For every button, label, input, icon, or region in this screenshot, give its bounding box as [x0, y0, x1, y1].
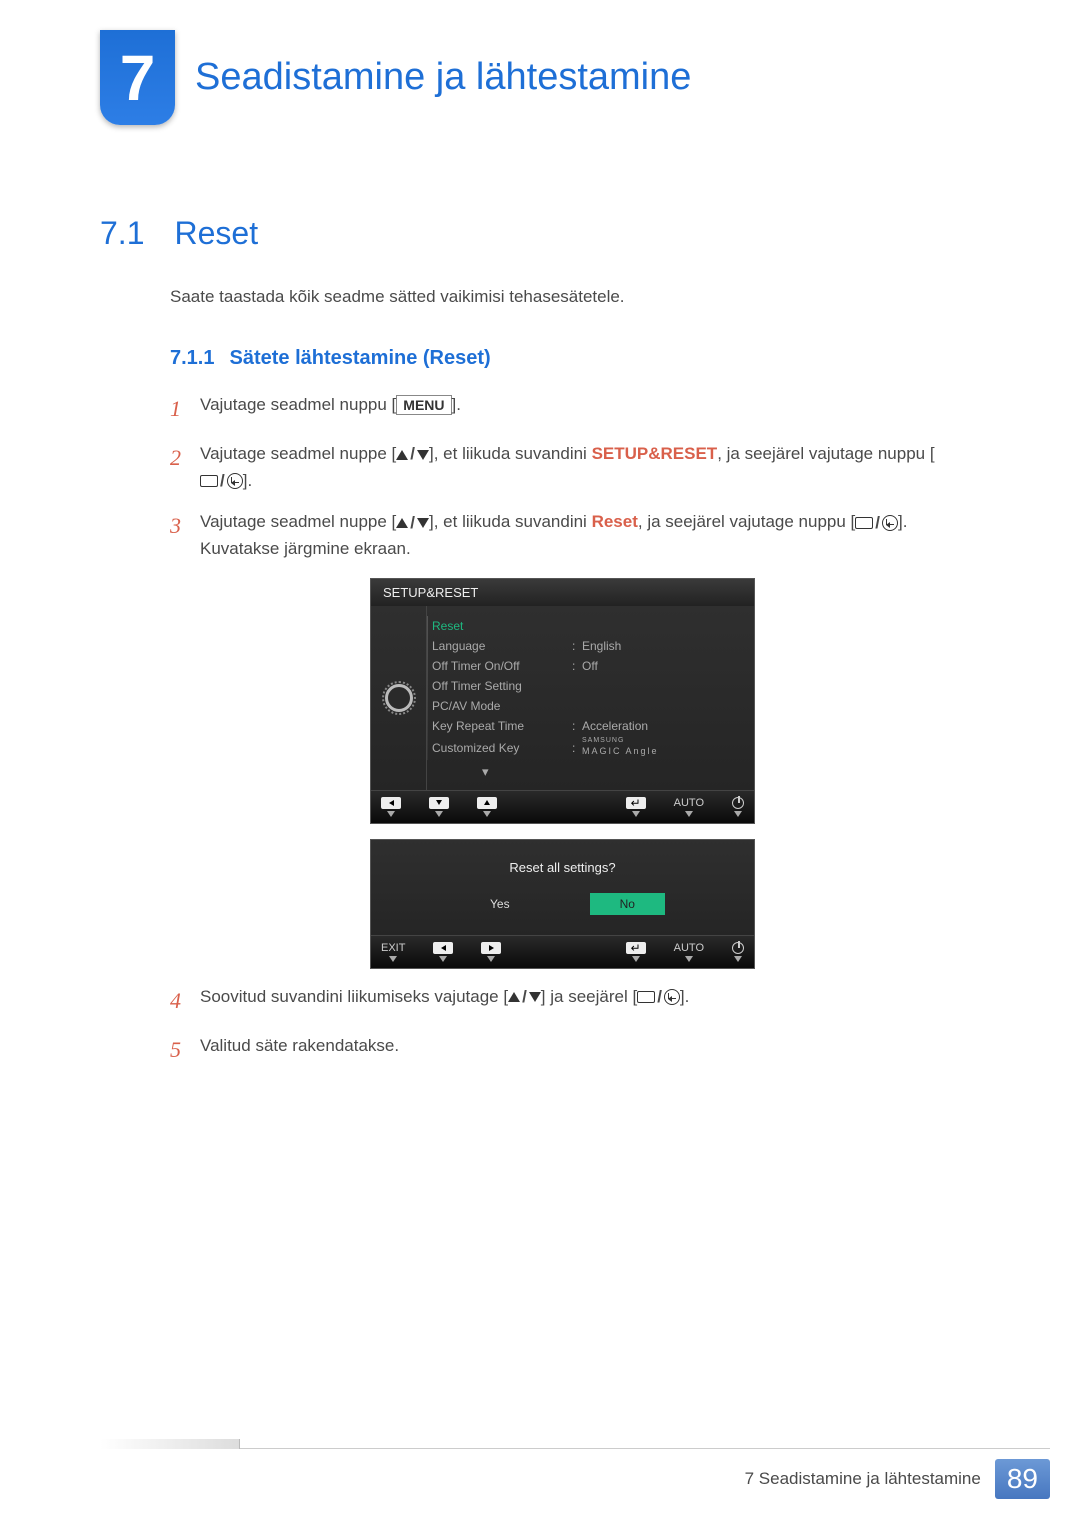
step-3: 3 Vajutage seadmel nuppe [/], et liikuda… [170, 509, 960, 562]
osd-item-offtimer-setting: Off Timer Setting [432, 676, 739, 696]
step-2: 2 Vajutage seadmel nuppe [/], et liikuda… [170, 441, 960, 494]
step-number: 5 [170, 1033, 200, 1067]
subsection-heading: 7.1.1 Sätete lähtestamine (Reset) [170, 347, 960, 370]
osd-item-language: Language:English [432, 636, 739, 656]
osd-item-pcav: PC/AV Mode [432, 696, 739, 716]
osd-sidebar [371, 606, 426, 790]
confirm-question: Reset all settings? [509, 860, 615, 875]
step-5: 5 Valitud säte rakendatakse. [170, 1033, 960, 1067]
exit-label: EXIT [381, 942, 405, 962]
nav-up-icon [477, 797, 497, 817]
step-text: Vajutage seadmel nuppe [/], et liikuda s… [200, 509, 960, 562]
footer-decoration [100, 1439, 240, 1449]
nav-right-icon [481, 942, 501, 962]
subsection-title: Sätete lähtestamine (Reset) [229, 347, 490, 370]
nav-left-icon [433, 942, 453, 962]
keyword-setup-reset: SETUP&RESET [592, 444, 718, 463]
chapter-header: 7 Seadistamine ja lähtestamine [0, 30, 1080, 125]
menu-button-label: MENU [396, 395, 451, 415]
section-number: 7.1 [100, 215, 144, 252]
step-text: Valitud säte rakendatakse. [200, 1033, 960, 1059]
enter-icon: / [200, 468, 243, 494]
osd-item-keyrepeat: Key Repeat Time:Acceleration [432, 716, 739, 736]
chapter-title: Seadistamine ja lähtestamine [195, 56, 691, 99]
section-content: 7.1 Reset Saate taastada kõik seadme sät… [0, 215, 1080, 1067]
osd-item-custkey: Customized Key:SAMSUNGMAGIC Angle [432, 736, 739, 760]
step-text: Vajutage seadmel nuppu [MENU]. [200, 392, 960, 418]
footer-chapter-label: 7 Seadistamine ja lähtestamine [745, 1469, 981, 1489]
osd-footer: ↵ AUTO [371, 790, 754, 823]
power-icon [732, 797, 744, 817]
enter-icon: ↵ [626, 797, 646, 817]
power-icon [732, 942, 744, 962]
step-number: 1 [170, 392, 200, 426]
osd-item-reset: Reset [432, 616, 739, 636]
nav-down-icon [429, 797, 449, 817]
auto-label: AUTO [674, 942, 704, 962]
step-list: 1 Vajutage seadmel nuppu [MENU]. 2 Vajut… [170, 392, 960, 1067]
step-number: 4 [170, 984, 200, 1018]
osd-title: SETUP&RESET [371, 579, 754, 606]
step-4: 4 Soovitud suvandini liikumiseks vajutag… [170, 984, 960, 1018]
confirm-yes: Yes [460, 893, 540, 915]
enter-icon: / [855, 510, 898, 536]
nav-left-icon [381, 797, 401, 817]
step-1: 1 Vajutage seadmel nuppu [MENU]. [170, 392, 960, 426]
up-down-icon: / [396, 441, 429, 467]
enter-icon: ↵ [626, 942, 646, 962]
more-down-icon: ▾ [432, 764, 739, 780]
section-title: Reset [174, 215, 258, 252]
osd-screenshot-menu: SETUP&RESET Reset Language:English Off T… [370, 578, 960, 824]
confirm-no-selected: No [590, 893, 665, 915]
osd-footer: EXIT ↵ AUTO [371, 935, 754, 968]
intro-text: Saate taastada kõik seadme sätted vaikim… [170, 287, 960, 307]
keyword-reset: Reset [592, 512, 638, 531]
step-number: 2 [170, 441, 200, 475]
up-down-icon: / [508, 984, 541, 1010]
up-down-icon: / [396, 510, 429, 536]
section-heading: 7.1 Reset [100, 215, 960, 252]
osd-menu-list: Reset Language:English Off Timer On/Off:… [426, 606, 754, 790]
osd-item-offtimer-onoff: Off Timer On/Off:Off [432, 656, 739, 676]
step-text: Soovitud suvandini liikumiseks vajutage … [200, 984, 960, 1011]
manual-page: 7 Seadistamine ja lähtestamine 7.1 Reset… [0, 0, 1080, 1527]
page-number-badge: 89 [995, 1459, 1050, 1499]
osd-screenshot-confirm: Reset all settings? Yes No EXIT ↵ AUTO [370, 839, 960, 969]
auto-label: AUTO [674, 797, 704, 817]
step-number: 3 [170, 509, 200, 543]
chapter-number-tab: 7 [100, 30, 175, 125]
enter-icon: / [637, 984, 680, 1010]
subsection-number: 7.1.1 [170, 347, 214, 370]
step-text: Vajutage seadmel nuppe [/], et liikuda s… [200, 441, 960, 494]
gear-icon [385, 684, 413, 712]
page-footer: 7 Seadistamine ja lähtestamine 89 [100, 1448, 1050, 1499]
